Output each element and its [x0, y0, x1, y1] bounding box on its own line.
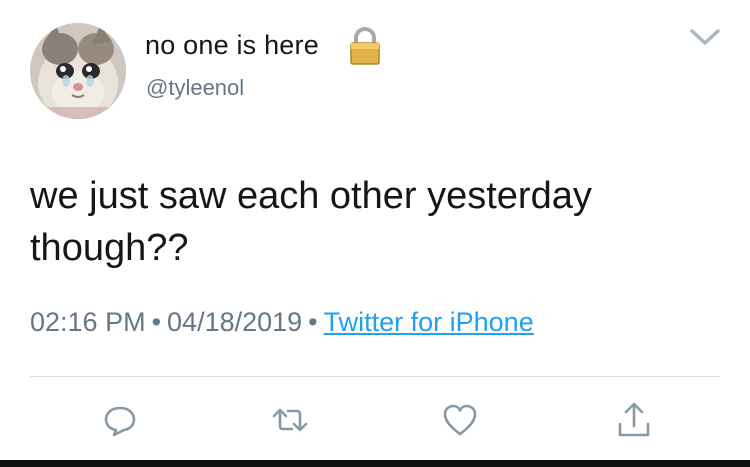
meta-separator: • [308, 307, 318, 337]
tweet-text: we just saw each other yesterday though?… [30, 175, 592, 269]
tweet-source-link[interactable]: Twitter for iPhone [324, 307, 534, 337]
share-button[interactable] [614, 400, 654, 440]
tweet-date: 04/18/2019 [167, 307, 303, 337]
user-handle[interactable]: @tyleenol [146, 75, 244, 101]
share-icon [618, 402, 650, 437]
retweet-button[interactable] [270, 400, 310, 440]
reply-icon [104, 406, 136, 437]
divider [30, 376, 720, 377]
display-name[interactable]: no one is here [145, 30, 319, 61]
chevron-down-icon[interactable] [688, 26, 722, 48]
like-button[interactable] [440, 400, 480, 440]
retweet-icon [272, 408, 308, 432]
heart-icon [443, 404, 477, 436]
avatar[interactable] [30, 23, 126, 119]
reply-button[interactable] [100, 400, 140, 440]
cat-avatar-image [30, 23, 126, 119]
tweet-time: 02:16 PM [30, 307, 146, 337]
meta-separator: • [151, 307, 162, 337]
tweet-card: no one is here @tyleenol we just saw eac… [0, 0, 750, 467]
lock-icon [350, 27, 380, 65]
tweet-metadata: 02:16 PM • 04/18/2019 • Twitter for iPhone [30, 307, 534, 338]
bottom-border [0, 460, 750, 467]
